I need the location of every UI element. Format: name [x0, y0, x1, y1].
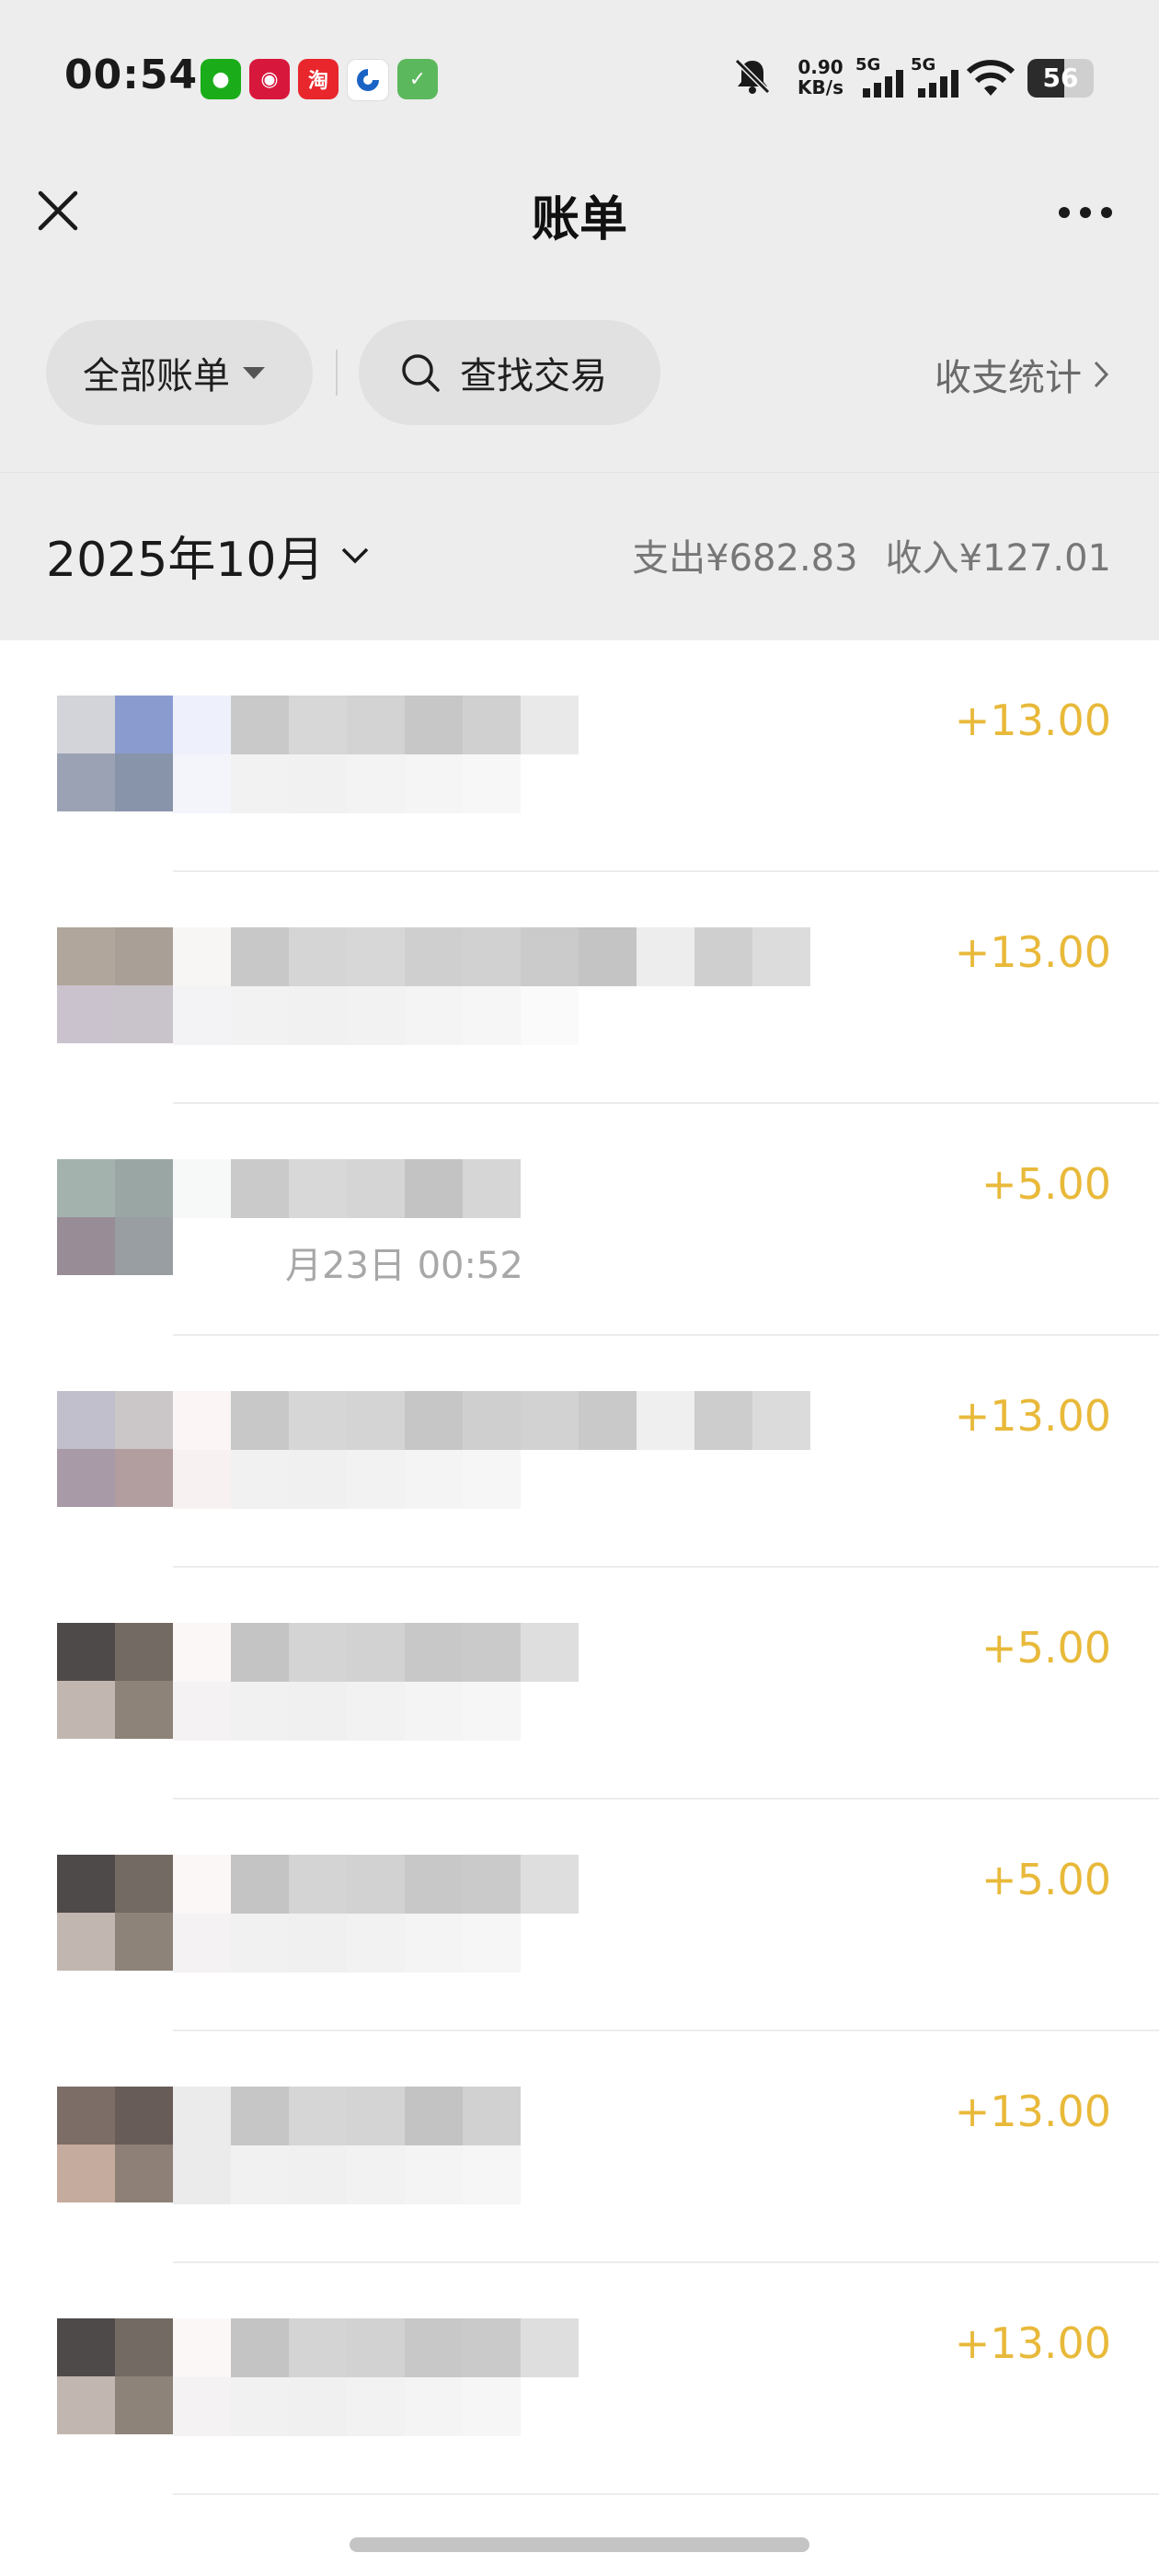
transaction-row[interactable]: +13.00 — [0, 872, 1159, 1104]
transaction-amount: +5.00 — [981, 1159, 1111, 1209]
status-bar: 00:54 ● ◉ 淘 ✓ 0.90 KB/s 5G 5G 56 — [0, 0, 1159, 156]
more-options-button[interactable] — [1049, 190, 1122, 236]
income-expense-stats-link[interactable]: 收支统计 — [935, 348, 1111, 401]
notification-app-icons: ● ◉ 淘 ✓ — [201, 59, 438, 101]
transaction-amount: +13.00 — [954, 1391, 1111, 1441]
avatar — [57, 927, 173, 1043]
search-label: 查找交易 — [460, 355, 607, 397]
redacted-name — [173, 1159, 521, 1218]
avatar — [57, 1623, 173, 1739]
tmall-icon: ◉ — [249, 59, 290, 99]
month-income: 收入¥127.01 — [885, 537, 1111, 580]
transaction-row[interactable]: +13.00 — [0, 2031, 1159, 2263]
transaction-amount: +13.00 — [954, 2318, 1111, 2368]
redacted-detail — [173, 2377, 521, 2436]
divider — [336, 350, 338, 396]
network-speed: 0.90 KB/s — [788, 57, 853, 98]
redacted-detail — [173, 1914, 521, 1972]
more-dots-icon — [1059, 207, 1112, 218]
redacted-name — [173, 2318, 579, 2377]
redacted-name — [173, 696, 579, 754]
avatar — [57, 1391, 173, 1507]
chevron-down-icon — [341, 547, 368, 563]
redacted-detail — [173, 986, 579, 1045]
taobao-icon: 淘 — [298, 59, 339, 99]
month-expense: 支出¥682.83 — [632, 537, 858, 580]
avatar — [57, 696, 173, 811]
search-transactions-button[interactable]: 查找交易 — [359, 320, 660, 425]
status-time: 00:54 — [64, 52, 199, 98]
wechat-icon: ● — [201, 59, 241, 99]
transaction-row[interactable]: +5.00 — [0, 1568, 1159, 1800]
avatar — [57, 2318, 173, 2434]
transaction-row[interactable]: +13.00 — [0, 640, 1159, 872]
transaction-list: +13.00 +13.00 月23日 00:52 +5.00 +13.00 +5… — [0, 640, 1159, 2495]
signal-2: 5G — [911, 55, 966, 99]
redacted-name — [173, 1623, 579, 1682]
month-label: 2025年10月 — [46, 533, 325, 588]
signal-bars-icon — [863, 70, 903, 98]
bank-icon — [347, 59, 389, 101]
transaction-row[interactable]: +13.00 — [0, 1336, 1159, 1568]
avatar — [57, 1855, 173, 1971]
redacted-name — [173, 927, 810, 986]
signal-bars-icon — [918, 70, 958, 98]
network-speed-value: 0.90 — [798, 56, 843, 78]
battery-icon: 56 — [1027, 59, 1094, 98]
all-bills-filter[interactable]: 全部账单 — [46, 320, 313, 425]
transaction-time: 月23日 00:52 — [285, 1245, 523, 1287]
month-summary: 支出¥682.83 收入¥127.01 — [632, 528, 1111, 581]
avatar — [57, 2087, 173, 2202]
home-indicator[interactable] — [350, 2537, 809, 2552]
transaction-row[interactable]: +5.00 — [0, 1800, 1159, 2031]
transaction-row[interactable]: 月23日 00:52 +5.00 — [0, 1104, 1159, 1336]
month-header: 2025年10月 支出¥682.83 收入¥127.01 — [0, 473, 1159, 640]
redacted-detail — [173, 2145, 521, 2204]
page-title: 账单 — [531, 192, 627, 247]
chevron-right-icon — [1094, 361, 1109, 388]
redacted-detail — [173, 1450, 521, 1509]
redacted-name — [173, 1391, 810, 1450]
wifi-icon — [966, 60, 1016, 96]
transaction-amount: +5.00 — [981, 1623, 1111, 1673]
transaction-row[interactable]: +13.00 — [0, 2263, 1159, 2495]
battery-level: 56 — [1042, 63, 1079, 93]
transaction-amount: +13.00 — [954, 696, 1111, 745]
network-speed-unit: KB/s — [798, 76, 843, 98]
avatar — [57, 1159, 173, 1275]
redacted-name — [173, 1855, 579, 1914]
search-icon — [402, 354, 440, 392]
transaction-amount: +13.00 — [954, 2087, 1111, 2136]
caret-down-icon — [243, 366, 265, 379]
transaction-amount: +13.00 — [954, 927, 1111, 977]
check-icon: ✓ — [397, 59, 438, 99]
month-selector[interactable]: 2025年10月 — [46, 521, 371, 590]
redacted-name — [173, 2087, 521, 2145]
stats-label: 收支统计 — [935, 357, 1082, 399]
all-bills-label: 全部账单 — [83, 355, 230, 397]
filter-bar: 全部账单 查找交易 收支统计 — [0, 274, 1159, 473]
transaction-amount: +5.00 — [981, 1855, 1111, 1904]
mute-bell-icon — [734, 58, 771, 95]
title-bar: 账单 — [0, 156, 1159, 275]
redacted-detail — [173, 1682, 521, 1741]
signal-1: 5G — [855, 55, 911, 99]
redacted-detail — [173, 754, 521, 813]
